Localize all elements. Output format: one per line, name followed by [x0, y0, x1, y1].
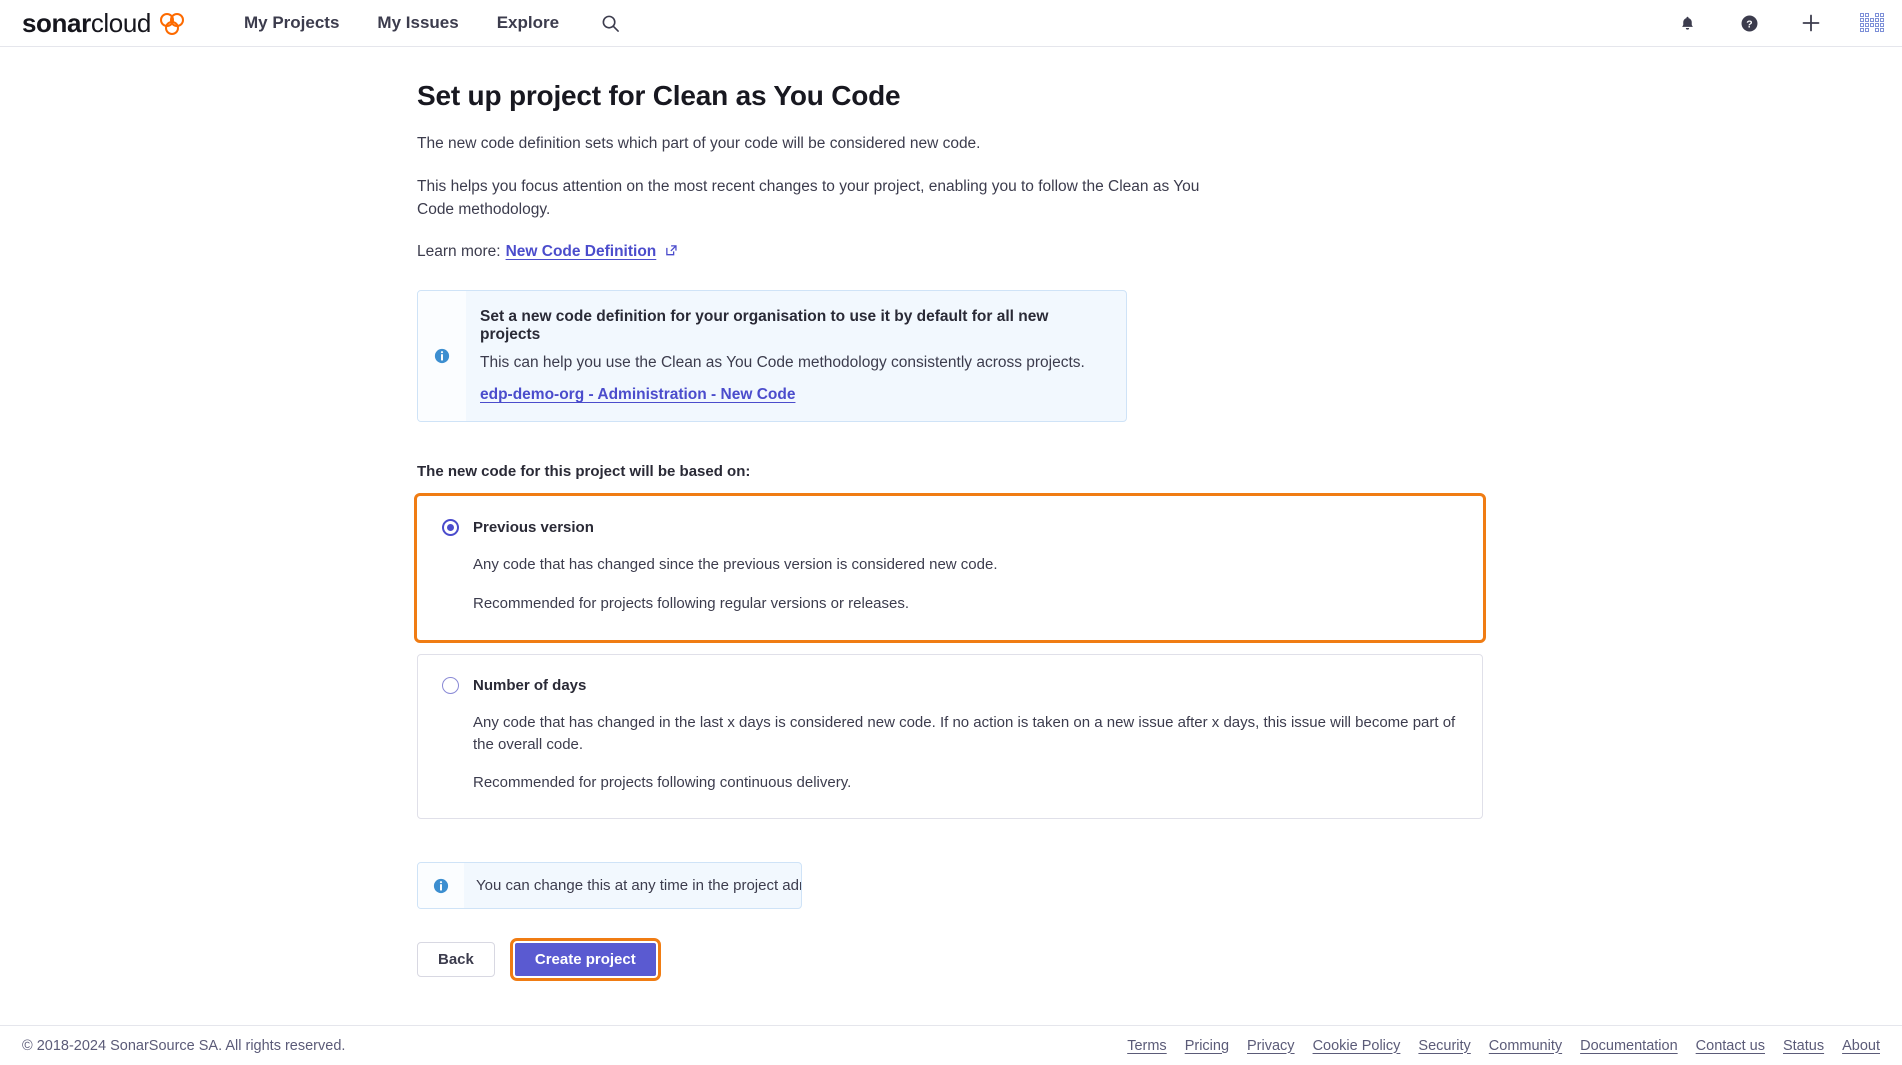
- option-number-of-days-head: Number of days: [442, 676, 1458, 694]
- org-new-code-info-banner: Set a new code definition for your organ…: [417, 290, 1127, 423]
- form-actions: Back Create project: [417, 938, 1517, 982]
- search-icon[interactable]: [597, 10, 623, 36]
- intro-paragraph-2: This helps you focus attention on the mo…: [417, 178, 1200, 218]
- footer-link-about[interactable]: About: [1842, 1038, 1880, 1054]
- footer-link-documentation[interactable]: Documentation: [1580, 1038, 1678, 1054]
- radio-previous-version[interactable]: [442, 519, 459, 537]
- sonarcloud-brand[interactable]: sonarcloud: [22, 8, 186, 39]
- sonarcloud-logo-icon: [158, 11, 186, 35]
- nav-explore[interactable]: Explore: [497, 13, 559, 33]
- option-previous-version-title: Previous version: [473, 519, 594, 537]
- external-link-icon[interactable]: [665, 244, 678, 257]
- learn-more-row: Learn more: New Code Definition: [417, 243, 1517, 261]
- notifications-bell-icon[interactable]: [1674, 10, 1700, 36]
- org-admin-new-code-link[interactable]: edp-demo-org - Administration - New Code: [480, 386, 795, 404]
- footer-link-status[interactable]: Status: [1783, 1038, 1824, 1054]
- nav-my-projects[interactable]: My Projects: [244, 13, 339, 33]
- info-banner-body: Set a new code definition for your organ…: [466, 291, 1126, 421]
- option-previous-version-desc-2: Recommended for projects following regul…: [473, 595, 910, 613]
- info-circle-icon: [418, 863, 464, 909]
- footer-link-pricing[interactable]: Pricing: [1185, 1038, 1229, 1054]
- new-code-options-group: Previous version Any code that has chang…: [414, 493, 1486, 820]
- svg-text:?: ?: [1746, 19, 1752, 30]
- brand-bold: sonar: [22, 7, 91, 38]
- footer-links: Terms Pricing Privacy Cookie Policy Secu…: [1127, 1038, 1880, 1054]
- nav-my-issues[interactable]: My Issues: [377, 13, 458, 33]
- primary-nav-links: My Projects My Issues Explore: [244, 13, 559, 33]
- create-project-button[interactable]: Create project: [512, 941, 658, 979]
- footer-link-community[interactable]: Community: [1489, 1038, 1562, 1054]
- footer-copyright: © 2018-2024 SonarSource SA. All rights r…: [22, 1037, 346, 1054]
- brand-wordmark: sonarcloud: [22, 8, 151, 39]
- radio-number-of-days[interactable]: [442, 676, 459, 694]
- change-later-note-text: You can change this at any time in the p…: [476, 877, 801, 895]
- option-previous-version-desc-1: Any code that has changed since the prev…: [473, 556, 998, 574]
- info-banner-subtitle: This can help you use the Clean as You C…: [480, 354, 1085, 372]
- back-button[interactable]: Back: [417, 942, 495, 978]
- page-footer: © 2018-2024 SonarSource SA. All rights r…: [0, 1025, 1902, 1065]
- footer-link-contact-us[interactable]: Contact us: [1696, 1038, 1765, 1054]
- help-question-icon[interactable]: ?: [1736, 10, 1762, 36]
- learn-more-prefix: Learn more:: [417, 243, 501, 261]
- option-number-of-days-title: Number of days: [473, 676, 587, 694]
- option-number-of-days[interactable]: Number of days Any code that has changed…: [417, 653, 1483, 820]
- based-on-label: The new code for this project will be ba…: [417, 463, 751, 481]
- footer-link-security[interactable]: Security: [1418, 1038, 1470, 1054]
- nav-right-actions: ?: [1674, 10, 1884, 36]
- user-avatar-identicon[interactable]: [1860, 11, 1884, 35]
- brand-light: cloud: [90, 7, 152, 38]
- page-title: Set up project for Clean as You Code: [417, 80, 901, 111]
- option-previous-version-head: Previous version: [442, 519, 1458, 537]
- plus-add-icon[interactable]: [1798, 10, 1824, 36]
- main-content: Set up project for Clean as You Code The…: [414, 47, 1517, 982]
- create-project-highlight-ring: Create project: [509, 938, 661, 982]
- top-navigation-bar: sonarcloud My Projects My Issues Explore: [0, 0, 1902, 47]
- option-previous-version[interactable]: Previous version Any code that has chang…: [414, 493, 1486, 643]
- intro-paragraph-1: The new code definition sets which part …: [417, 135, 981, 152]
- footer-link-cookie-policy[interactable]: Cookie Policy: [1313, 1038, 1401, 1054]
- option-number-of-days-desc-1: Any code that has changed in the last x …: [473, 713, 1456, 753]
- info-banner-title: Set a new code definition for your organ…: [480, 308, 1049, 344]
- footer-link-privacy[interactable]: Privacy: [1247, 1038, 1295, 1054]
- change-later-note: You can change this at any time in the p…: [417, 862, 802, 910]
- info-circle-icon: [418, 291, 466, 422]
- new-code-definition-link[interactable]: New Code Definition: [506, 243, 657, 261]
- footer-link-terms[interactable]: Terms: [1127, 1038, 1166, 1054]
- option-number-of-days-desc-2: Recommended for projects following conti…: [473, 774, 852, 792]
